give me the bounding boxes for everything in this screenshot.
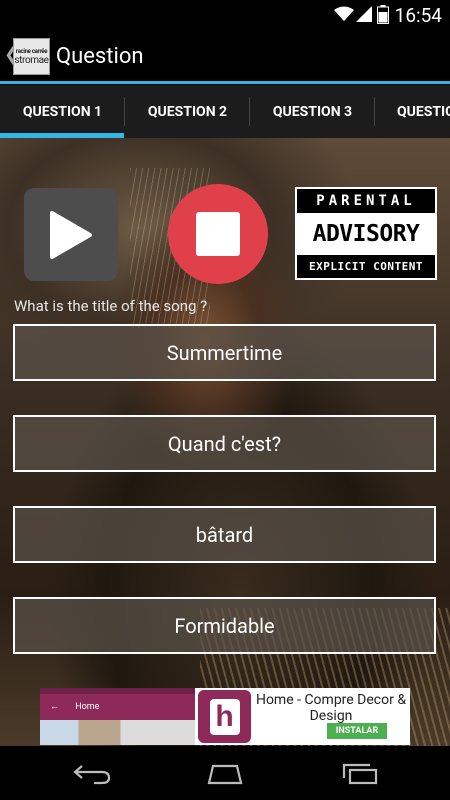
status-bar: 16:54 [0,0,450,30]
ad-thumbnail-title: Home [75,702,100,712]
tab-question-3[interactable]: QUESTION 3 [250,85,375,138]
app-icon-line2: stromae [14,54,49,66]
wifi-icon [334,6,354,26]
navigation-bar [0,746,450,800]
ad-banner[interactable]: ← Home h Home - Compre Decor & Design IN… [40,688,410,745]
home-icon [207,764,243,785]
ad-install-button[interactable]: INSTALAR [327,723,387,739]
tab-bar: QUESTION 1 QUESTION 2 QUESTION 3 QUESTIO… [0,85,450,138]
question-content: PARENTAL ADVISORY EXPLICIT CONTENT What … [0,138,450,746]
app-icon[interactable]: racine carrée stromae [13,38,50,75]
ad-headline: Home - Compre Decor & Design [255,692,407,724]
app-icon-line1: racine carrée [15,47,48,55]
recent-apps-button[interactable] [330,760,390,788]
arrow-left-icon: ← [50,702,59,712]
answer-button-2[interactable]: Quand c'est? [13,415,436,472]
home-button[interactable] [195,760,255,788]
clock: 16:54 [394,4,442,27]
signal-icon [356,6,372,26]
parental-advisory-logo: PARENTAL ADVISORY EXPLICIT CONTENT [295,187,437,280]
ad-thumbnail-tiles [40,720,195,745]
stop-button[interactable] [168,184,268,284]
back-arrow-icon [73,765,111,785]
action-bar: ❮ racine carrée stromae Question [0,30,450,84]
houzz-h-icon: h [209,698,240,735]
stop-icon [196,212,240,256]
page-title: Question [56,44,144,69]
question-text: What is the title of the song ? [14,297,208,315]
recent-apps-icon [342,763,378,785]
ad-app-logo: h [198,690,251,743]
ad-thumbnail: ← Home [40,688,195,745]
tab-question-2[interactable]: QUESTION 2 [125,85,250,138]
battery-icon [377,5,389,28]
answer-button-1[interactable]: Summertime [13,324,436,381]
advisory-line3: EXPLICIT CONTENT [309,260,423,273]
ad-thumbnail-header: ← Home [40,694,195,720]
advisory-line2: ADVISORY [297,213,435,255]
play-button[interactable] [24,188,118,281]
tab-question-1[interactable]: QUESTION 1 [0,85,125,138]
tab-question-4[interactable]: QUESTION 4 [375,85,450,138]
advisory-line1: PARENTAL [316,193,416,209]
play-icon [50,210,92,259]
back-button[interactable] [62,760,122,788]
answer-button-4[interactable]: Formidable [13,597,436,654]
answer-button-3[interactable]: bâtard [13,506,436,563]
